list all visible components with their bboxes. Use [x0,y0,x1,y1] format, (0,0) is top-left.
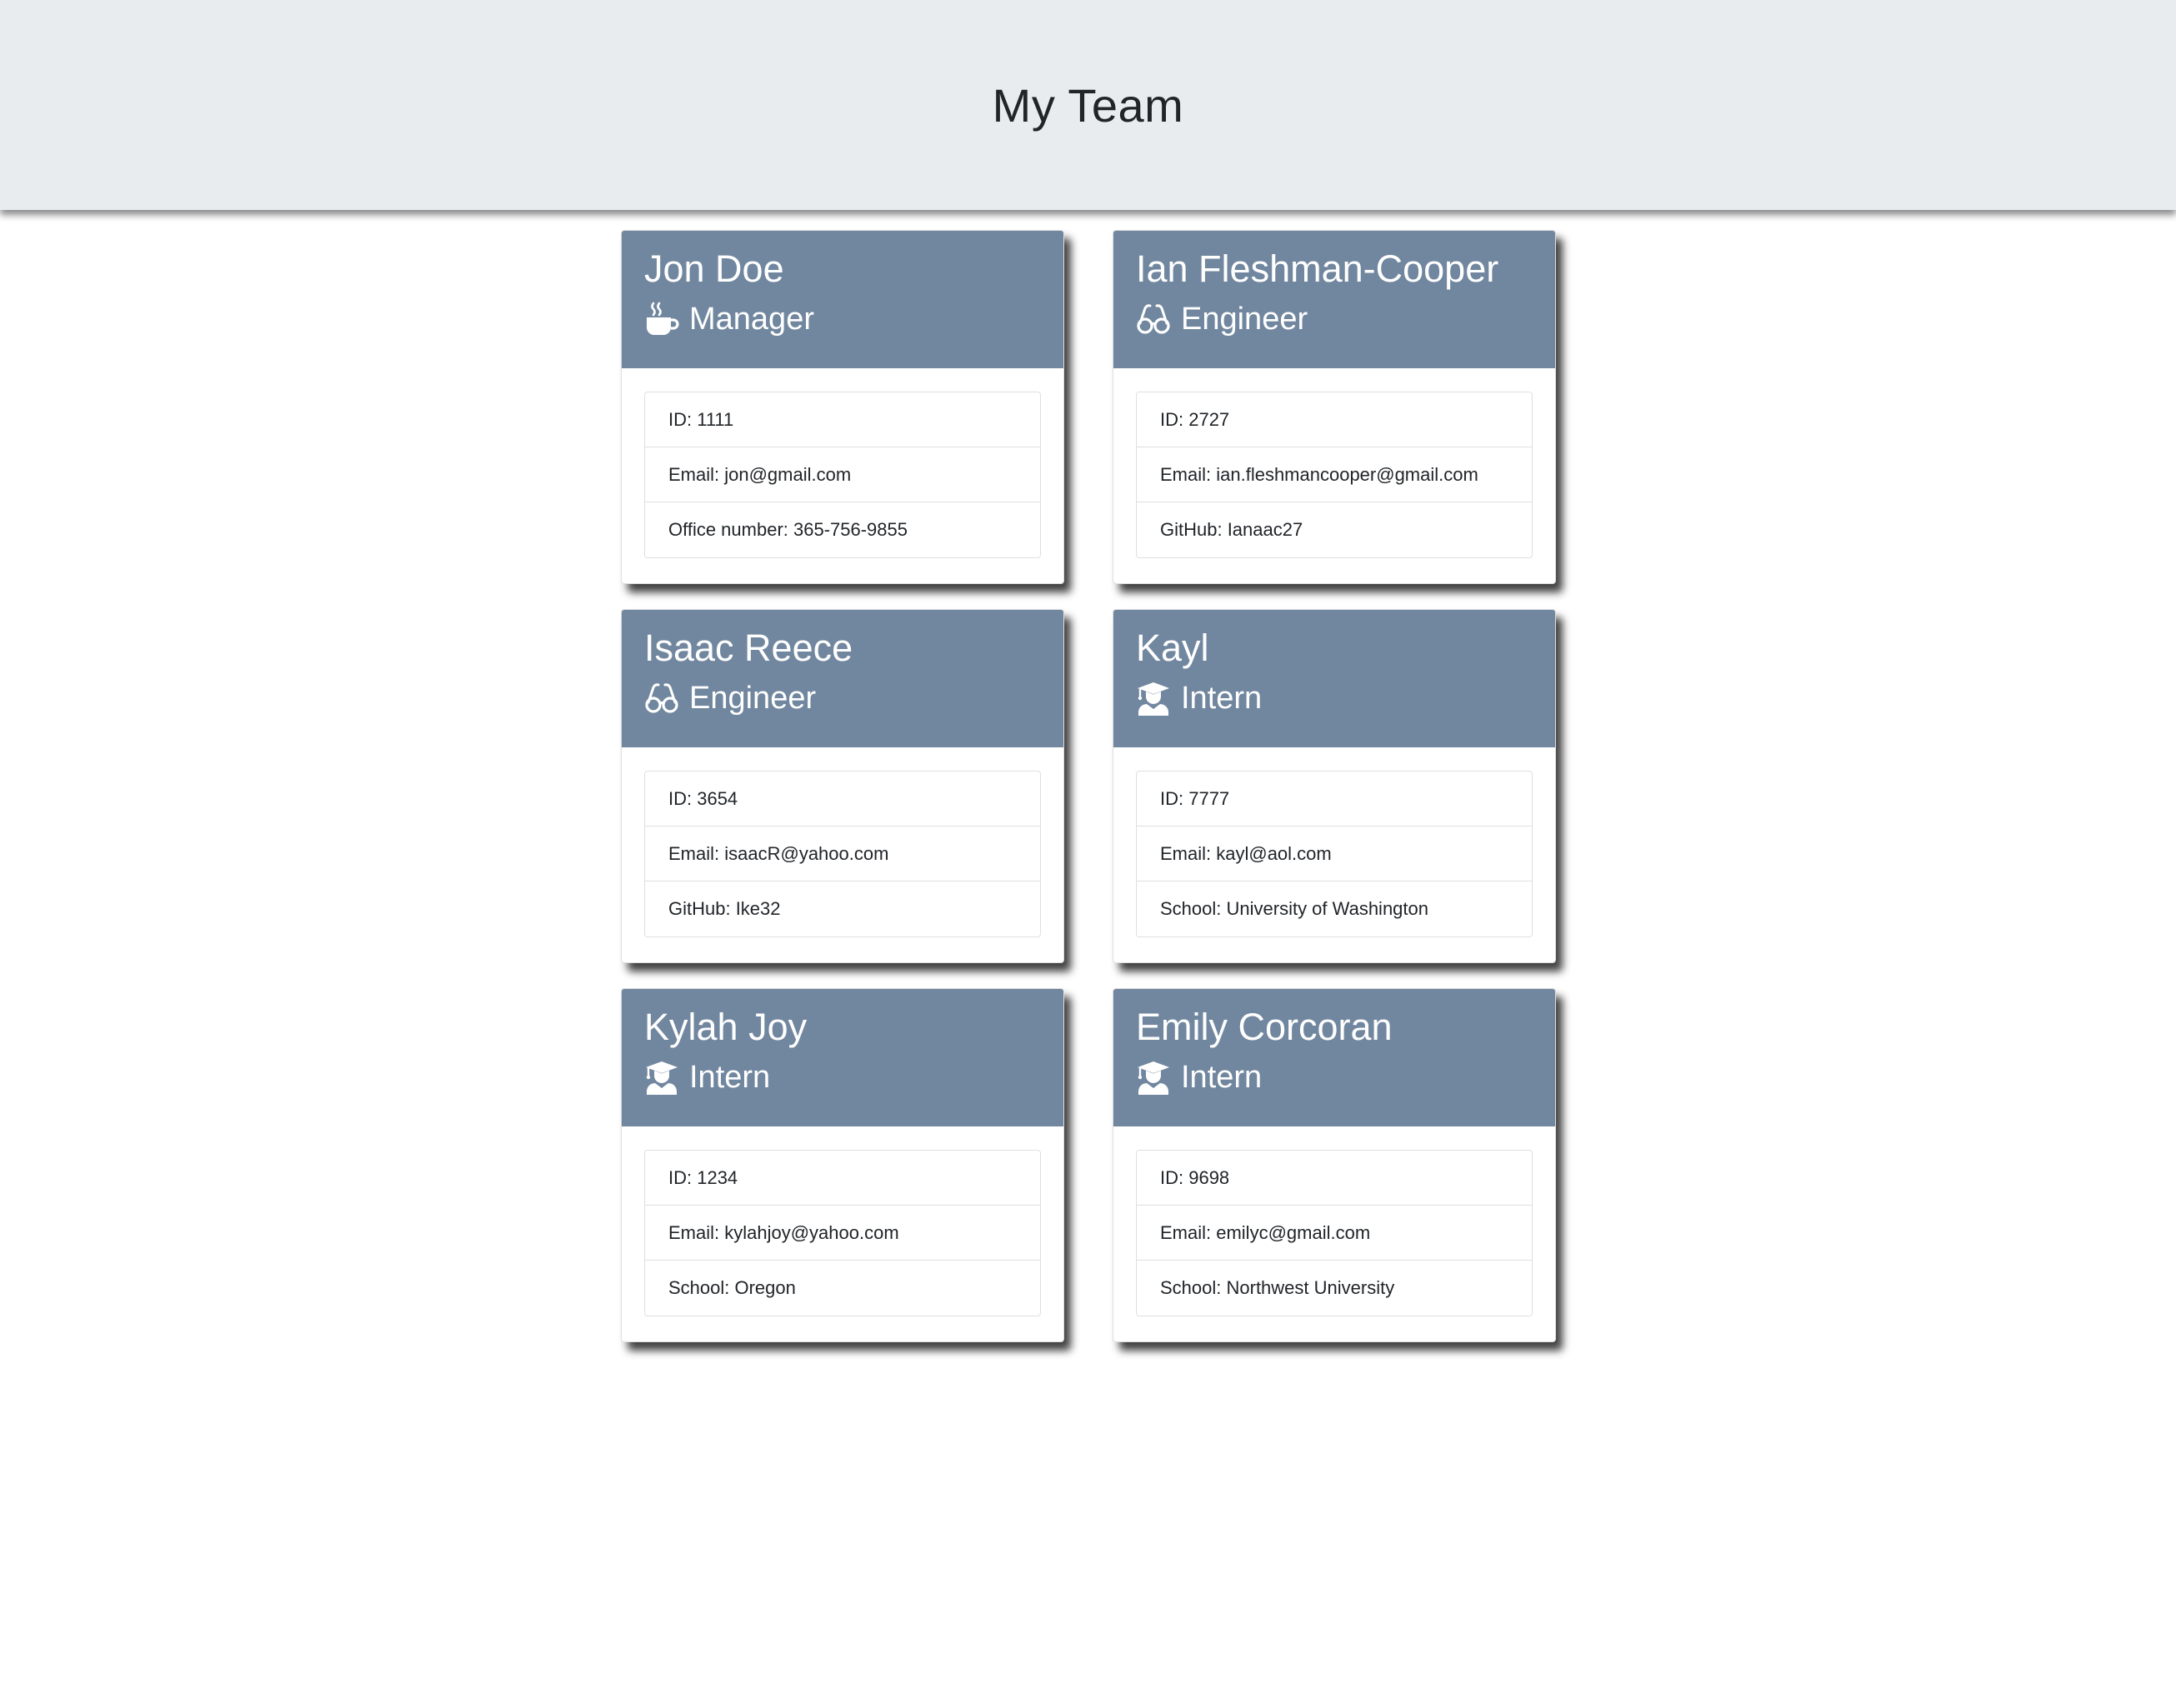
info-list: ID: 9698 Email: emilyc@gmail.com School:… [1136,1150,1533,1316]
office-number-item: Office number: 365-756-9855 [668,519,908,540]
employee-name: Emily Corcoran [1136,1006,1393,1048]
coffee-mug-icon [644,302,679,337]
card-body: ID: 7777 Email: kayl@aol.com School: Uni… [1113,747,1555,960]
school-item: School: Northwest University [1160,1277,1395,1298]
info-list: ID: 2727 Email: ian.fleshmancooper@gmail… [1136,392,1533,558]
role-label: Intern [689,1060,771,1095]
page-header: My Team [0,0,2176,210]
role-label: Engineer [689,681,817,716]
email-item[interactable]: Email: isaacR@yahoo.com [645,827,1040,881]
info-list: ID: 1234 Email: kylahjoy@yahoo.com Schoo… [644,1150,1041,1316]
employee-role: Intern [644,1056,1042,1099]
employee-name: Jon Doe [644,247,784,290]
card-header: Emily Corcoran Intern [1113,989,1555,1126]
graduate-icon [1136,681,1171,716]
github-item[interactable]: GitHub: Ianaac27 [1137,502,1532,557]
employee-name: Kylah Joy [644,1006,808,1048]
team-card-grid: Jon Doe Manager ID: 1111 Email: jon@gmai… [621,230,1557,1342]
card-header: Kayl Intern [1113,610,1555,747]
info-list: ID: 7777 Email: kayl@aol.com School: Uni… [1136,771,1533,937]
id-item: ID: 2727 [1137,392,1532,447]
employee-card: Emily Corcoran Intern ID: 9698 Email: em [1113,988,1556,1342]
card-header: Jon Doe Manager [622,231,1063,368]
employee-name: Ian Fleshman-Cooper [1136,247,1499,290]
card-header: Isaac Reece Engineer [622,610,1063,747]
card-body: ID: 3654 Email: isaacR@yahoo.com GitHub:… [622,747,1063,960]
employee-card: Jon Doe Manager ID: 1111 Email: jon@gmai… [621,230,1064,584]
role-label: Engineer [1181,302,1308,337]
email-item[interactable]: Email: emilyc@gmail.com [1137,1206,1532,1261]
employee-role: Intern [1136,677,1533,720]
info-list: ID: 3654 Email: isaacR@yahoo.com GitHub:… [644,771,1041,937]
employee-role: Manager [644,297,1042,341]
card-body: ID: 1234 Email: kylahjoy@yahoo.com Schoo… [622,1126,1063,1339]
card-body: ID: 1111 Email: jon@gmail.com Office num… [622,368,1063,581]
email-item[interactable]: Email: kylahjoy@yahoo.com [645,1206,1040,1261]
card-header: Kylah Joy Intern [622,989,1063,1126]
graduate-icon [644,1060,679,1095]
employee-name: Isaac Reece [644,627,853,669]
github-item[interactable]: GitHub: Ike32 [645,881,1040,936]
id-item: ID: 1234 [645,1151,1040,1206]
card-body: ID: 2727 Email: ian.fleshmancooper@gmail… [1113,368,1555,581]
email-item[interactable]: Email: kayl@aol.com [1137,827,1532,881]
page-title: My Team [992,78,1184,132]
id-item: ID: 3654 [645,772,1040,827]
glasses-icon [644,681,679,716]
role-label: Intern [1181,1060,1263,1095]
employee-role: Engineer [644,677,1042,720]
card-header: Ian Fleshman-Cooper Engineer [1113,231,1555,368]
card-body: ID: 9698 Email: emilyc@gmail.com School:… [1113,1126,1555,1339]
school-item: School: University of Washington [1160,898,1428,919]
id-item: ID: 1111 [645,392,1040,447]
employee-card: Kylah Joy Intern ID: 1234 Email: kylahjo [621,988,1064,1342]
employee-card: Kayl Intern ID: 7777 Email: kayl@aol.com [1113,609,1556,963]
employee-role: Intern [1136,1056,1533,1099]
glasses-icon [1136,302,1171,337]
employee-name: Kayl [1136,627,1209,669]
employee-role: Engineer [1136,297,1533,341]
id-item: ID: 7777 [1137,772,1532,827]
role-label: Manager [689,302,814,337]
role-label: Intern [1181,681,1263,716]
employee-card: Ian Fleshman-Cooper Engineer ID: 2727 Em [1113,230,1556,584]
email-item[interactable]: Email: ian.fleshmancooper@gmail.com [1137,447,1532,502]
school-item: School: Oregon [668,1277,796,1298]
id-item: ID: 9698 [1137,1151,1532,1206]
employee-card: Isaac Reece Engineer ID: 3654 Email: isa [621,609,1064,963]
graduate-icon [1136,1060,1171,1095]
email-item[interactable]: Email: jon@gmail.com [645,447,1040,502]
info-list: ID: 1111 Email: jon@gmail.com Office num… [644,392,1041,558]
